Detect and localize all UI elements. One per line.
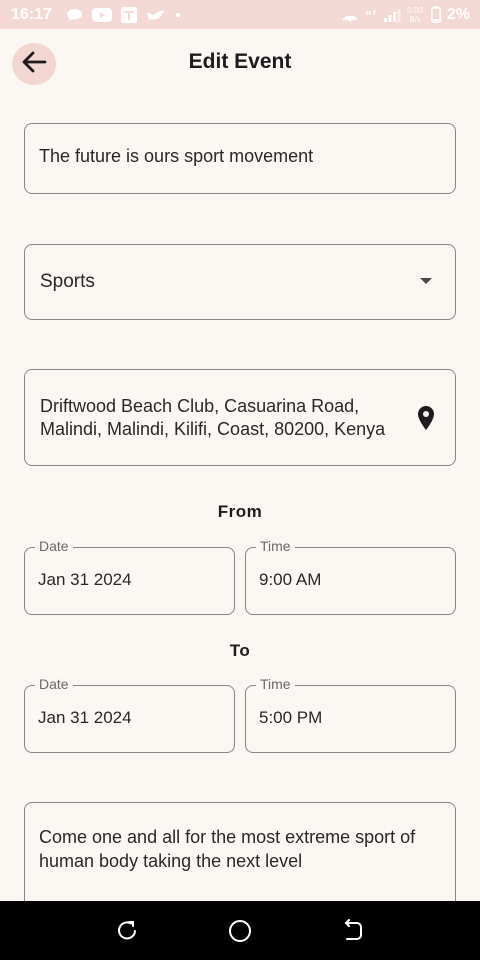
to-time-label: Time [256,676,295,692]
location-pin-icon[interactable] [417,405,435,436]
youtube-icon [91,7,112,22]
to-time-value: 5:00 PM [259,708,323,727]
category-value: Sports [40,271,95,292]
from-time-value: 9:00 AM [259,570,322,589]
back-nav-button[interactable] [333,911,373,951]
from-date-label: Date [35,538,73,554]
from-time-field[interactable]: Time 9:00 AM [245,538,456,615]
from-date-value: Jan 31 2024 [38,570,132,589]
dot-icon [175,12,181,18]
to-date-field[interactable]: Date Jan 31 2024 [24,676,235,753]
recent-apps-button[interactable] [107,911,147,951]
status-bar: 16:17 0.00 B/s 2% [0,0,480,29]
caret-down-icon [420,278,432,284]
net-speed-value: 0.00 [407,5,423,15]
location-line-1: Driftwood Beach Club, Casuarina Road, [40,396,360,416]
event-title-field[interactable]: The future is ours sport movement [24,123,456,194]
navigation-bar [0,901,480,960]
net-speed: 0.00 B/s [407,6,423,24]
status-time: 16:17 [11,5,52,23]
description-value: Come one and all for the most extreme sp… [39,827,416,871]
page-title: Edit Event [188,50,292,73]
from-date-field[interactable]: Date Jan 31 2024 [24,538,235,615]
to-time-field[interactable]: Time 5:00 PM [245,676,456,753]
location-line-2: Malindi, Malindi, Kilifi, Coast, 80200, … [40,419,386,439]
signal-icon [383,7,401,23]
from-time-label: Time [256,538,295,554]
to-label: To [229,641,251,660]
chat-bubble-icon [66,8,83,22]
home-button[interactable] [220,911,260,951]
location-value: Driftwood Beach Club, Casuarina Road, Ma… [40,395,412,441]
battery-percent: 2% [446,5,470,23]
event-title-value: The future is ours sport movement [39,146,314,166]
status-right: 0.00 B/s 2% [341,6,470,24]
battery-icon [430,6,441,23]
bird-icon [146,8,166,22]
hotspot-icon [341,7,359,23]
from-label: From [217,502,263,521]
t-app-icon [120,6,137,23]
to-date-label: Date [35,676,73,692]
location-field[interactable]: Driftwood Beach Club, Casuarina Road, Ma… [24,369,456,466]
network-type-icon [365,8,377,22]
category-dropdown[interactable]: Sports [24,244,456,320]
status-left: 16:17 [11,6,190,24]
net-speed-unit: B/s [409,14,421,24]
to-date-value: Jan 31 2024 [38,708,132,727]
